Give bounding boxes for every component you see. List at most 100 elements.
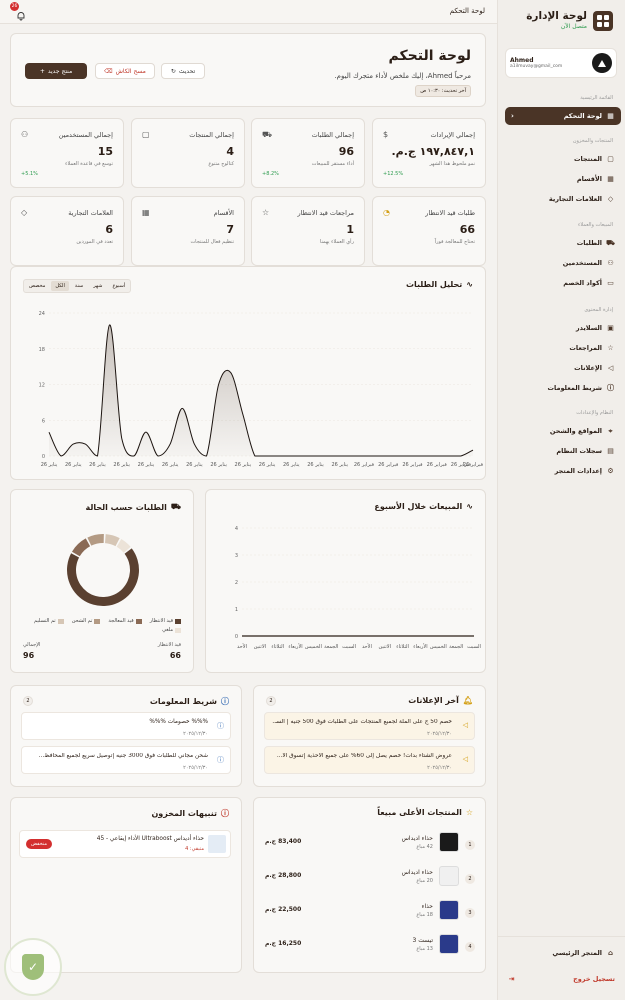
sidebar-item-dashboard[interactable]: ▦ لوحة التحكم ‹	[505, 107, 621, 125]
info-item[interactable]: ⓘ شحن مجاني للطلبات فوق 3000 جنيه |توصيل…	[21, 746, 231, 774]
info-icon: ⓘ	[217, 756, 224, 764]
product-row[interactable]: 2 حذاء اديداس 20 مباع 28,800 ج.م	[265, 866, 475, 894]
x-tick-label: الجمعة	[324, 644, 338, 650]
sidebar-item-label: أكواد الخصم	[563, 279, 602, 287]
logout-button[interactable]: تسجيل خروج ⇥	[507, 971, 615, 987]
x-tick-label: الأحد	[237, 643, 247, 650]
home-icon: ⌂	[608, 949, 614, 957]
sidebar-item-brands[interactable]: ◇ العلامات التجارية	[507, 191, 615, 207]
x-tick-label: يناير 26	[331, 462, 348, 468]
info-item-text: %%% خصومات %%%	[149, 719, 208, 725]
product-revenue: 16,250 ج.م	[265, 940, 302, 947]
stat-value: 15	[97, 145, 113, 158]
sidebar-title: لوحة الإدارة	[526, 10, 587, 22]
info-bar-title: شريط المعلومات	[149, 697, 217, 706]
user-email: a1ilmuvay@gmail_com	[510, 64, 563, 69]
megaphone-icon: ◁	[607, 364, 614, 372]
ads-card: 🔔︎ آخر الإعلانات 2 ◁ خصم 50 ج على الملة …	[253, 685, 486, 787]
tab-custom[interactable]: مخصص	[25, 281, 49, 291]
user-name: Ahmed	[510, 57, 534, 64]
sidebar-item-slider[interactable]: ▣ السلايدر	[507, 320, 615, 336]
notifications-button[interactable]: 26	[10, 2, 26, 21]
y-tick-label: 0	[42, 454, 45, 460]
image-icon: ▣	[607, 324, 614, 332]
legend-item: تم التسليم	[34, 618, 64, 624]
stat-card: إجمالي المنتجات ▢ 4 كتالوج متنوع	[131, 118, 245, 188]
product-row[interactable]: 3 حذاء 18 مباع 22,500 ج.م	[265, 900, 475, 928]
clear-cache-button[interactable]: ⌫ مسح الكاش	[95, 63, 155, 79]
stock-alert-item[interactable]: حذاء أديداس Ultraboost الأداء إيقاعي - 4…	[19, 830, 231, 858]
megaphone-icon: ◁	[462, 721, 468, 729]
info-item-date: ٢٠٢٥/١٢/٣٠	[183, 731, 208, 737]
sidebar-item-categories[interactable]: ▦ الأقسام	[507, 171, 615, 187]
y-tick-label: 4	[235, 526, 238, 532]
legend-swatch	[175, 627, 181, 633]
sidebar-item-label: سجلات النظام	[556, 447, 602, 455]
product-row[interactable]: 4 تيست 3 13 مباع 16,250 ج.م	[265, 934, 475, 962]
ad-item[interactable]: ◁ عروض الشتاء بدأت! خصم يصل إلى 60% على …	[264, 746, 475, 774]
rank-badge: 4	[465, 942, 475, 952]
refresh-button[interactable]: ↻ تحديث	[161, 63, 205, 79]
ad-item[interactable]: ◁ خصم 50 ج على الملة لجميع المنتجات على …	[264, 712, 475, 740]
new-product-button[interactable]: + منتج جديد	[25, 63, 87, 79]
total-label: الإجمالي	[23, 642, 41, 648]
sidebar-item-label: لوحة التحكم	[563, 112, 602, 120]
sidebar-item-reviews[interactable]: ☆ المراجعات	[507, 340, 615, 356]
watermark-logo: ✓	[4, 938, 62, 996]
welcome-subtitle: مرحباً Ahmed، إليك ملخص لأداء متجرك اليو…	[334, 72, 471, 80]
y-tick-label: 6	[42, 418, 45, 424]
stat-label: إجمالي المستخدمين	[58, 131, 113, 139]
x-tick-label: فبراير 26	[463, 462, 484, 468]
x-tick-label: الأربعاء	[413, 643, 427, 650]
status-card: ⛟ الطلبات حسب الحالة قيد الانتظار قيد الم…	[10, 489, 194, 673]
x-tick-label: فبراير 26	[402, 462, 423, 468]
refresh-label: تحديث	[178, 67, 196, 75]
user-card[interactable]: Ahmed a1ilmuvay@gmail_com	[505, 48, 617, 78]
tab-year[interactable]: سنة	[71, 281, 87, 291]
location-pin-icon: ⌖	[608, 426, 613, 435]
info-item[interactable]: ⓘ %%% خصومات %%% ٢٠٢٥/١٢/٣٠	[21, 712, 231, 740]
tab-all[interactable]: الكل	[51, 281, 69, 291]
notification-count-badge: 26	[10, 2, 19, 11]
tab-week[interactable]: أسبوع	[109, 281, 130, 291]
stat-card: إجمالي الإيرادات $١٩٧,٨٤٧,١ ج.م. نمو ملحوظ…	[372, 118, 486, 188]
x-tick-label: الاثنين	[379, 644, 391, 650]
sidebar-item-products[interactable]: ▢ المنتجات	[507, 151, 615, 167]
sidebar-item-logs[interactable]: ▤ سجلات النظام	[507, 443, 615, 459]
sidebar-item-users[interactable]: ⚇ المستخدمين	[507, 255, 615, 271]
stat-note: تعدد في الموردين	[76, 239, 113, 245]
stat-trend: 8.2%+	[262, 171, 279, 177]
stat-card: مراجعات قيد الانتظار ☆ 1 رأي العملاء يهمنا	[251, 196, 365, 266]
x-tick-label: يناير 26	[113, 462, 130, 468]
stat-label: العلامات التجارية	[68, 209, 113, 217]
sidebar-item-label: شريط المعلومات	[547, 384, 602, 392]
users-icon: ⚇	[21, 130, 29, 139]
legend-swatch	[175, 618, 181, 624]
orders-analysis-card: ∿ تحليل الطلبات مخصص الكل سنة شهر أسبوع …	[10, 266, 486, 480]
bell-icon	[17, 12, 25, 21]
product-row[interactable]: 1 حذاء اديداس 42 مباع 83,400 ج.م	[265, 832, 475, 860]
alert-icon: ⓘ	[221, 809, 229, 818]
main-store-link[interactable]: ⌂ المتجر الرئيسي	[507, 945, 615, 961]
sidebar-item-settings[interactable]: ⚙ إعدادات المتجر	[507, 463, 615, 479]
sidebar-item-info-bar[interactable]: ⓘ شريط المعلومات	[507, 380, 615, 396]
sidebar-item-orders[interactable]: ⛟ الطلبات	[507, 235, 615, 251]
sidebar-item-shipping[interactable]: ⌖ المواقع والشحن	[507, 423, 615, 439]
sidebar-item-label: الإعلانات	[574, 364, 602, 372]
sidebar-item-coupons[interactable]: ▭ أكواد الخصم	[507, 275, 615, 291]
stat-label: الأقسام	[213, 209, 234, 217]
stat-trend: 12.5%+	[383, 171, 404, 177]
legend-item: ملغي	[162, 627, 181, 633]
x-tick-label: الثلاثاء	[271, 644, 284, 650]
sidebar-item-ads[interactable]: ◁ الإعلانات	[507, 360, 615, 376]
y-tick-label: 12	[39, 383, 45, 389]
sidebar-item-label: المواقع والشحن	[549, 427, 602, 435]
sidebar-item-label: المتجر الرئيسي	[552, 949, 602, 957]
sidebar-item-label: المنتجات	[574, 155, 602, 163]
tab-month[interactable]: شهر	[89, 281, 106, 291]
sidebar-item-label: المستخدمين	[562, 259, 602, 267]
chevron-left-icon: ‹	[511, 112, 514, 120]
weekly-sales-title: المبيعات خلال الأسبوع	[374, 502, 463, 511]
y-tick-label: 1	[235, 607, 238, 613]
rank-badge: 3	[465, 908, 475, 918]
